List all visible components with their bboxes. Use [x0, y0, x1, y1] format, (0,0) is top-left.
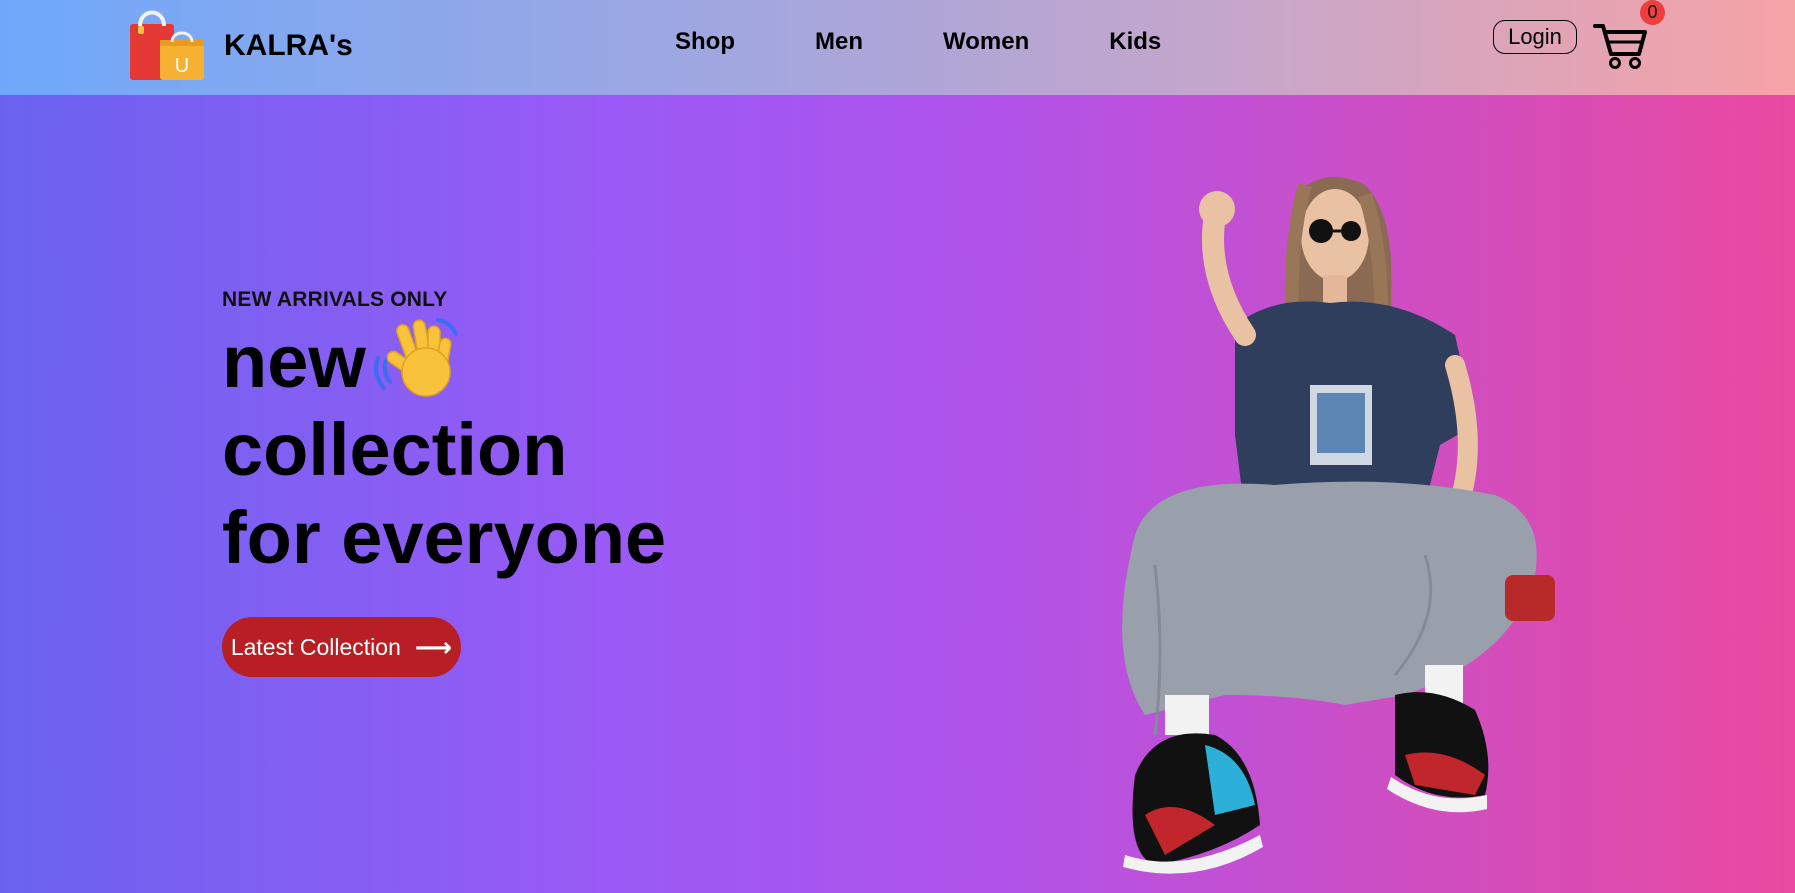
nav-kids[interactable]: Kids [1109, 28, 1161, 56]
hero-text: NEW ARRIVALS ONLY new collection for eve… [222, 288, 666, 582]
cta-label: Latest Collection [230, 633, 401, 660]
hero-headline: new collection for everyone [222, 318, 666, 582]
cart-icon[interactable] [1593, 20, 1649, 70]
shopping-bag-icon: U [130, 10, 204, 80]
nav-women[interactable]: Women [943, 28, 1029, 56]
arrow-right-icon: ⟶ [414, 631, 453, 662]
fashion-model-photo [1122, 177, 1555, 874]
nav-menu: Shop Men Women Kids [675, 28, 1161, 56]
headline-word-new: new [222, 320, 366, 403]
logo[interactable]: U KALRA's [128, 6, 353, 86]
cart-count-badge: 0 [1640, 0, 1665, 25]
headline-line-1: new [222, 318, 666, 406]
nav-men[interactable]: Men [815, 28, 863, 56]
navbar: U KALRA's Shop Men Women Kids Login 0 [0, 0, 1795, 95]
logo-letter: U [175, 55, 189, 77]
latest-collection-button[interactable]: Latest Collection ⟶ [222, 617, 461, 677]
waving-hand-icon [373, 318, 458, 397]
login-button[interactable]: Login [1493, 20, 1577, 54]
hero-section: NEW ARRIVALS ONLY new collection for eve… [0, 95, 1795, 893]
hero-tagline: NEW ARRIVALS ONLY [222, 288, 448, 311]
nav-shop[interactable]: Shop [675, 28, 735, 56]
headline-line-3: for everyone [222, 496, 667, 579]
headline-line-2: collection [222, 408, 568, 491]
brand-name: KALRA's [224, 29, 353, 62]
